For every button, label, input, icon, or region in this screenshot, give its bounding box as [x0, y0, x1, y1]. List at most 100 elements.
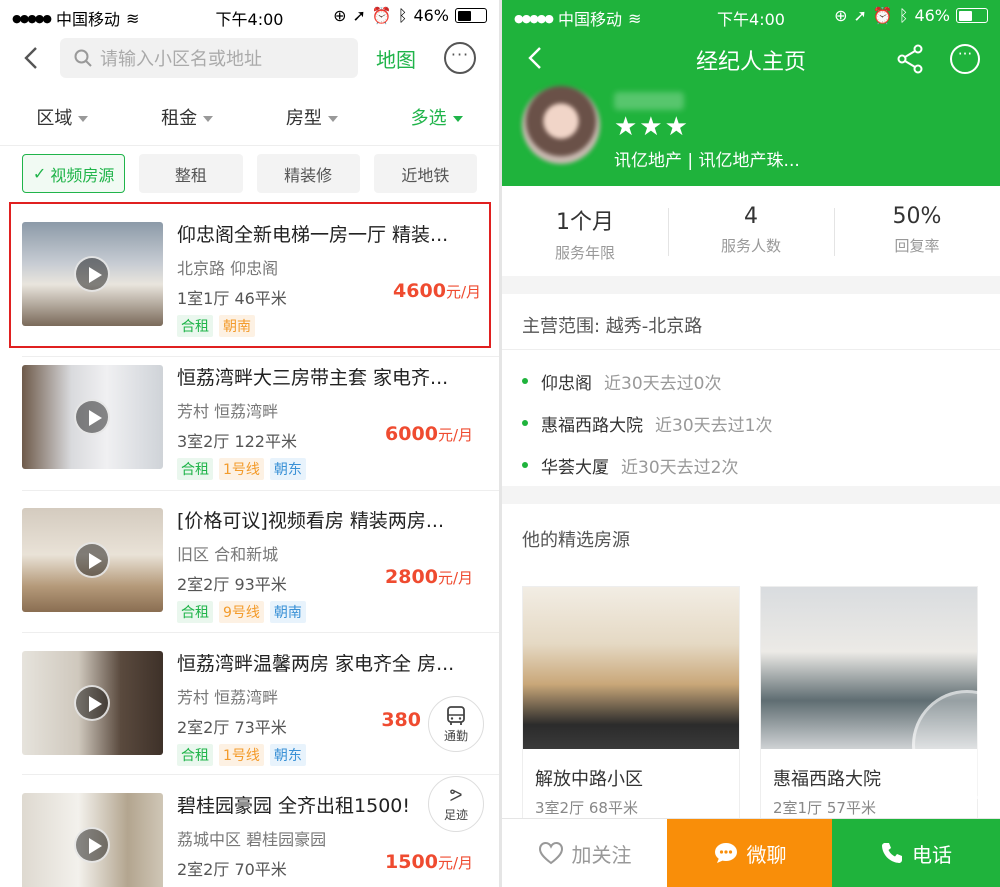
label-badge: 合租: [177, 601, 213, 623]
follow-button[interactable]: 加关注: [502, 819, 667, 887]
check-icon: ✓: [32, 164, 47, 183]
share-icon[interactable]: [896, 44, 924, 74]
listing-item[interactable]: [价格可议]视频看房 精装两房... 旧区 合和新城 2室2厅 93平米 合租 9…: [22, 490, 481, 632]
map-link[interactable]: 地图: [376, 44, 416, 73]
dropdown-arrow-icon: [203, 116, 214, 122]
stat-label: 服务年限: [554, 244, 615, 262]
battery-text: 46%: [914, 6, 950, 25]
label-badge: 1号线: [219, 458, 264, 480]
service-scope: 主营范围: 越秀-北京路: [502, 294, 1000, 350]
listing-location: 芳村 恒荔湾畔: [177, 402, 279, 421]
listing-photo: [22, 222, 163, 326]
dropdown-arrow-icon: [78, 116, 89, 122]
price-unit: 元/月: [437, 854, 473, 872]
stat-value: 4: [744, 204, 758, 229]
filter-label: 区域: [36, 108, 73, 129]
listing-labels: 合租 1号线 朝东: [177, 458, 481, 480]
chat-label: 微聊: [746, 842, 787, 867]
visit-name: 惠福西路大院: [541, 415, 643, 436]
action-bar: 加关注 微聊 电话: [502, 818, 1000, 887]
listing-price: 1500元/月: [385, 851, 473, 873]
phone-label: 电话: [912, 842, 952, 867]
listing-labels: 合租 9号线 朝南: [177, 601, 481, 623]
stat-clients: 4 服务人数: [668, 186, 834, 276]
battery-icon: [956, 8, 988, 23]
bullet-icon: [522, 420, 528, 426]
more-icon[interactable]: ···: [444, 42, 476, 74]
filter-layout[interactable]: 房型: [250, 86, 375, 145]
lock-icon: ⊕: [333, 6, 347, 25]
agent-stats: 1个月 服务年限 4 服务人数 50% 回复率: [502, 186, 1000, 276]
tag-near-metro[interactable]: 近地铁: [373, 154, 478, 193]
stat-label: 服务人数: [720, 237, 781, 255]
back-icon[interactable]: [18, 44, 46, 72]
agent-avatar: [522, 86, 600, 164]
phone-icon: [882, 843, 902, 863]
play-icon: [74, 399, 110, 435]
page-title: 经纪人主页: [695, 50, 806, 75]
tag-whole-rent[interactable]: 整租: [139, 154, 243, 193]
more-icon[interactable]: ···: [950, 44, 980, 74]
card-spec: 3室2厅 68平米: [535, 799, 638, 817]
location-icon: ➚: [853, 6, 867, 25]
label-badge: 朝南: [219, 315, 255, 337]
play-icon: [74, 685, 110, 721]
tag-label: 整租: [174, 165, 207, 185]
visit-item[interactable]: 仰忠阁 近30天去过0次: [502, 360, 1000, 402]
listing-item[interactable]: 仰忠阁全新电梯一房一厅 精装... 北京路 仰忠阁 1室1厅 46平米 合租 朝南…: [9, 202, 491, 348]
footprint-button[interactable]: ᕗ 足迹: [428, 776, 484, 832]
listing-photo: [22, 508, 163, 612]
filter-rent[interactable]: 租金: [125, 86, 250, 145]
listing-title: 碧桂园豪园 全齐出租1500!: [177, 795, 411, 817]
listing-price: 2800元/月: [385, 566, 473, 588]
visit-stat: 近30天去过0次: [604, 373, 722, 394]
label-badge: 1号线: [219, 744, 264, 766]
tag-decorated[interactable]: 精装修: [256, 154, 360, 193]
label-badge: 合租: [177, 744, 213, 766]
visit-list: 仰忠阁 近30天去过0次 惠福西路大院 近30天去过1次 华荟大厦 近30天去过2次: [502, 350, 1000, 486]
label-badge: 9号线: [219, 601, 264, 623]
status-bar: ●●●●● 中国移动 ≋ 下午4:00 ⊕ ➚ ⏰ ᛒ 46%: [502, 0, 1000, 32]
listing-location: 荔城中区 碧桂园豪园: [177, 830, 327, 849]
listing-price: 380: [381, 709, 421, 731]
visit-item[interactable]: 惠福西路大院 近30天去过1次: [502, 402, 1000, 444]
label-badge: 朝东: [269, 744, 306, 766]
commute-button[interactable]: 通勤: [428, 696, 484, 752]
featured-card[interactable]: 解放中路小区 3室2厅 68平米: [522, 586, 740, 826]
filter-area[interactable]: 区域: [0, 86, 125, 145]
dropdown-arrow-icon: [327, 116, 338, 122]
top-nav: 请输入小区名或地址 地图 ···: [0, 32, 499, 86]
agent-header: ●●●●● 中国移动 ≋ 下午4:00 ⊕ ➚ ⏰ ᛒ 46% 经纪人主页 ··· ★★★ …: [502, 0, 1000, 186]
listing-item[interactable]: 恒荔湾畔温馨两房 家电齐全 房... 芳村 恒荔湾畔 2室2厅 73平米 合租 1…: [22, 633, 481, 775]
phone-button[interactable]: 电话: [832, 819, 1000, 887]
rating-stars: ★★★: [614, 112, 690, 142]
search-icon: [74, 49, 92, 67]
listing-title: 仰忠阁全新电梯一房一厅 精装...: [177, 224, 449, 246]
tag-label: 近地铁: [401, 165, 450, 185]
stat-value: 1个月: [556, 210, 614, 235]
card-name: 解放中路小区: [535, 769, 643, 790]
price-value: 1500: [385, 851, 438, 873]
heart-icon: [538, 841, 563, 865]
bullet-icon: [522, 378, 528, 384]
fab-label: 通勤: [443, 728, 468, 743]
visit-item[interactable]: 华荟大厦 近30天去过2次: [502, 444, 1000, 486]
tag-video[interactable]: ✓ 视频房源: [22, 154, 126, 193]
listing-location: 北京路 仰忠阁: [177, 259, 279, 278]
bluetooth-icon: ᛒ: [898, 6, 909, 25]
search-placeholder: 请输入小区名或地址: [100, 49, 262, 70]
listing-item[interactable]: 碧桂园豪园 全齐出租1500! 荔城中区 碧桂园豪园 2室2厅 70平米 150…: [22, 775, 481, 887]
follow-label: 加关注: [571, 842, 632, 867]
price-value: 2800: [385, 566, 438, 588]
listing-item[interactable]: 恒荔湾畔大三房带主套 家电齐... 芳村 恒荔湾畔 3室2厅 122平米 合租 1…: [22, 347, 481, 489]
section-title: 他的精选房源: [522, 530, 630, 551]
filter-multi[interactable]: 多选: [374, 86, 499, 145]
search-input[interactable]: 请输入小区名或地址: [60, 38, 358, 78]
visit-stat: 近30天去过2次: [621, 457, 739, 478]
filter-bar: 区域 租金 房型 多选: [0, 86, 499, 146]
bullet-icon: [522, 462, 528, 468]
listing-title: [价格可议]视频看房 精装两房...: [177, 510, 444, 532]
label-badge: 朝南: [269, 601, 306, 623]
chat-button[interactable]: 微聊: [667, 819, 832, 887]
listing-location: 旧区 合和新城: [177, 545, 279, 564]
